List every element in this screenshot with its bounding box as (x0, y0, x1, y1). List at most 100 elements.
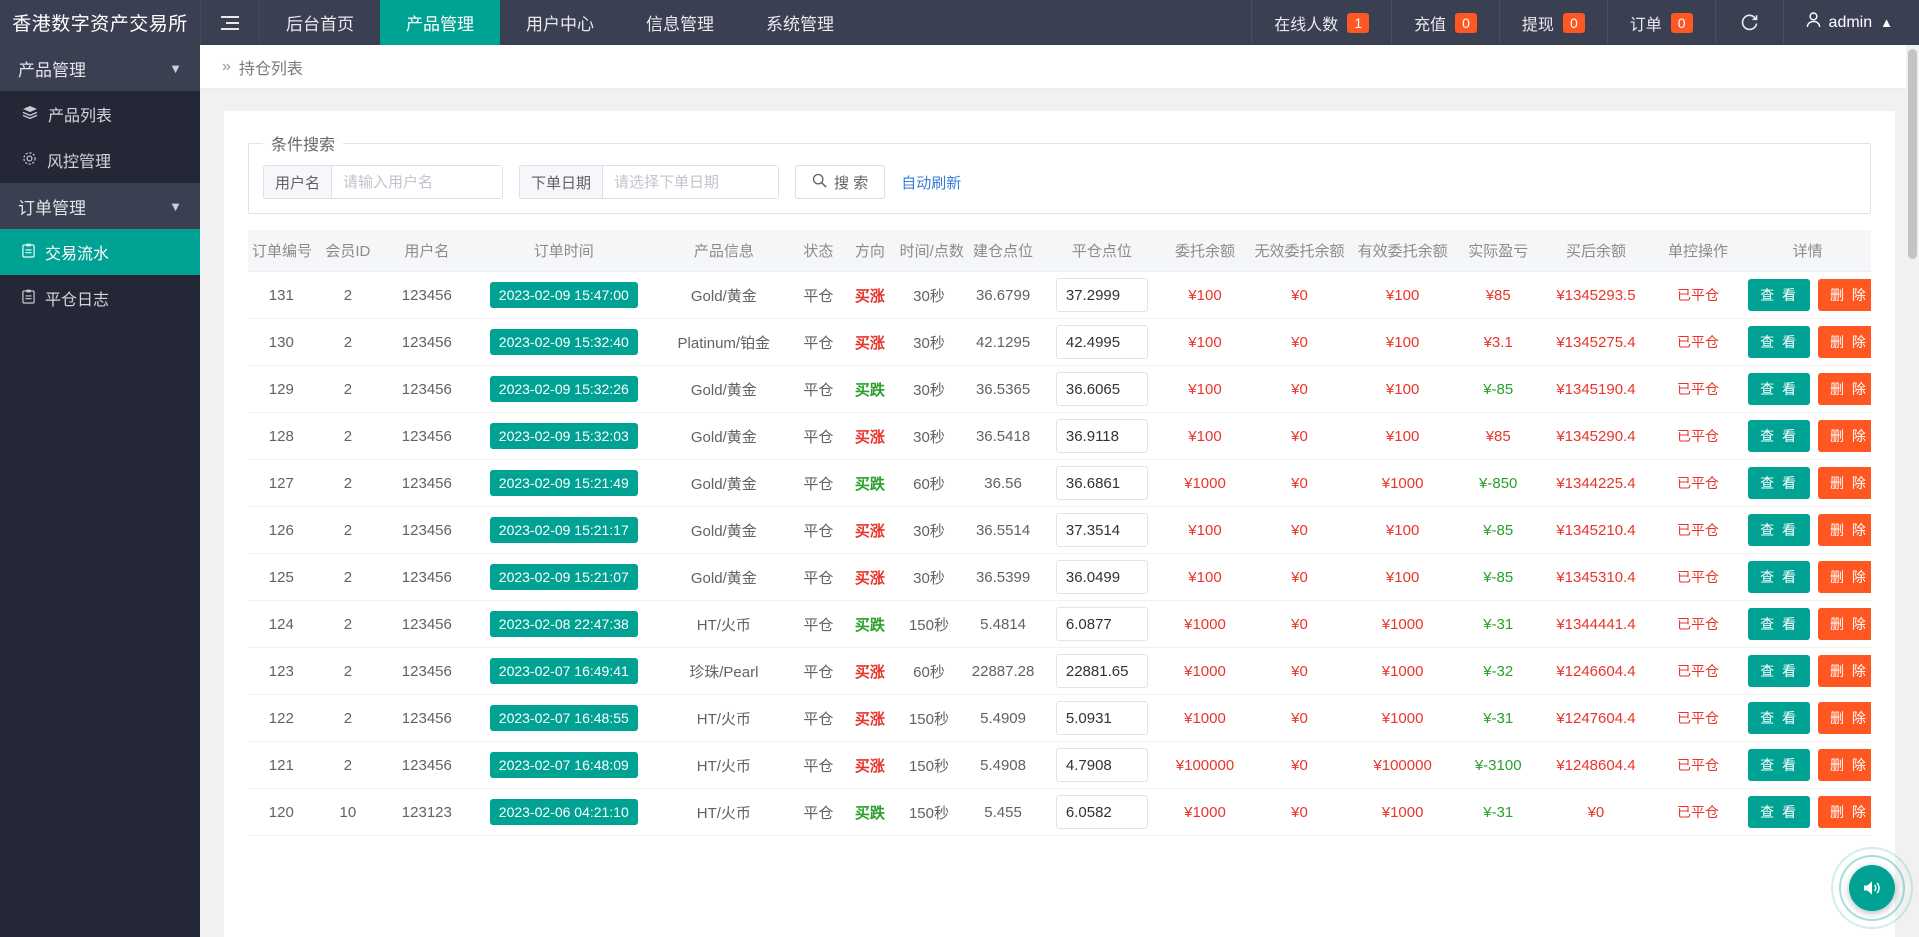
cell-details: 查 看删 除 (1744, 412, 1871, 460)
close-price-input[interactable] (1055, 795, 1148, 829)
stat-deposit[interactable]: 充值 0 (1391, 0, 1499, 45)
close-price-input[interactable] (1055, 325, 1148, 359)
view-button[interactable]: 查 看 (1748, 373, 1811, 405)
delete-button[interactable]: 删 除 (1818, 655, 1871, 687)
cell-username: 123456 (381, 318, 473, 366)
sidebar-group-order[interactable]: 订单管理 ▼ (0, 183, 200, 229)
stat-orders[interactable]: 订单 0 (1606, 0, 1715, 45)
cell-order-id: 124 (248, 600, 315, 648)
view-button[interactable]: 查 看 (1748, 467, 1811, 499)
delete-button[interactable]: 删 除 (1818, 608, 1871, 640)
volume-icon[interactable] (1831, 847, 1913, 929)
view-button[interactable]: 查 看 (1748, 608, 1811, 640)
stat-online-users[interactable]: 在线人数 1 (1251, 0, 1391, 45)
username-input[interactable] (332, 166, 503, 198)
user-menu[interactable]: admin ▲ (1782, 0, 1919, 45)
order-date-input[interactable] (603, 166, 779, 198)
sidebar-group-product[interactable]: 产品管理 ▼ (0, 45, 200, 91)
view-button[interactable]: 查 看 (1748, 420, 1811, 452)
delete-button[interactable]: 删 除 (1818, 796, 1871, 828)
hamburger-icon[interactable] (200, 0, 260, 45)
orders-table-container: 订单编号 会员ID 用户名 订单时间 产品信息 状态 方向 时间/点数 建仓点位… (248, 230, 1871, 836)
page-scrollbar-thumb[interactable] (1908, 49, 1917, 259)
close-price-input[interactable] (1055, 419, 1148, 453)
cell-details: 查 看删 除 (1744, 506, 1871, 554)
close-price-input[interactable] (1055, 372, 1148, 406)
close-price-input[interactable] (1055, 560, 1148, 594)
refresh-icon[interactable] (1714, 0, 1783, 45)
breadcrumb: » 持仓列表 (200, 45, 1919, 89)
breadcrumb-current: 持仓列表 (238, 60, 303, 78)
delete-button[interactable]: 删 除 (1818, 279, 1871, 311)
view-button[interactable]: 查 看 (1748, 796, 1811, 828)
cell-actual-pnl: ¥-31 (1456, 600, 1541, 648)
cell-close-price (1043, 271, 1160, 319)
delete-button[interactable]: 删 除 (1818, 749, 1871, 781)
cell-order-id: 120 (248, 788, 315, 836)
col-status: 状态 (792, 230, 845, 272)
nav-tab-user-center[interactable]: 用户中心 (500, 0, 620, 45)
view-button[interactable]: 查 看 (1748, 514, 1811, 546)
delete-button[interactable]: 删 除 (1818, 326, 1871, 358)
close-price-input[interactable] (1055, 607, 1148, 641)
close-price-input[interactable] (1055, 466, 1148, 500)
cell-entrust-balance: ¥100 (1159, 412, 1251, 460)
cell-product-info: Platinum/铂金 (655, 318, 793, 366)
delete-button[interactable]: 删 除 (1818, 514, 1871, 546)
cell-valid-entrust-balance: ¥100 (1348, 271, 1457, 319)
cell-member-id: 2 (314, 600, 382, 648)
delete-button[interactable]: 删 除 (1818, 702, 1871, 734)
close-price-input[interactable] (1055, 748, 1148, 782)
view-button[interactable]: 查 看 (1748, 279, 1811, 311)
col-product-info: 产品信息 (655, 230, 793, 272)
col-open-price: 建仓点位 (962, 230, 1044, 272)
view-button[interactable]: 查 看 (1748, 749, 1811, 781)
cell-details: 查 看删 除 (1744, 788, 1871, 836)
sidebar-item-product-list[interactable]: 产品列表 (0, 91, 200, 137)
stat-withdraw[interactable]: 提现 0 (1498, 0, 1607, 45)
cell-invalid-entrust-balance: ¥0 (1250, 600, 1349, 648)
sidebar-item-close-position-log[interactable]: 平仓日志 (0, 275, 200, 321)
delete-button[interactable]: 删 除 (1818, 420, 1871, 452)
col-order-time: 订单时间 (472, 230, 656, 272)
order-time-tag: 2023-02-09 15:21:49 (489, 470, 638, 496)
search-button[interactable]: 搜 索 (795, 165, 886, 199)
cell-username: 123456 (381, 459, 473, 507)
cell-product-info: 珍珠/Pearl (655, 647, 793, 695)
close-price-input[interactable] (1055, 701, 1148, 735)
table-row: 121 2 123456 2023-02-07 16:48:09 HT/火币 平仓 买涨 15… (248, 741, 1871, 789)
auto-refresh-link[interactable]: 自动刷新 (901, 172, 961, 193)
delete-button[interactable]: 删 除 (1818, 561, 1871, 593)
order-time-tag: 2023-02-06 04:21:10 (489, 799, 638, 825)
nav-tab-info[interactable]: 信息管理 (620, 0, 740, 45)
cell-entrust-balance: ¥1000 (1159, 694, 1251, 742)
cell-product-info: Gold/黄金 (655, 459, 793, 507)
cell-close-price (1043, 412, 1160, 460)
direction-label: 买跌 (854, 616, 885, 634)
page-scrollbar[interactable] (1906, 45, 1919, 937)
close-price-input[interactable] (1055, 278, 1148, 312)
cell-actual-pnl: ¥-31 (1456, 788, 1541, 836)
sidebar-item-transaction-flow[interactable]: 交易流水 (0, 229, 200, 275)
nav-tab-home[interactable]: 后台首页 (260, 0, 380, 45)
nav-tab-system[interactable]: 系统管理 (740, 0, 860, 45)
cell-open-price: 42.1295 (962, 318, 1044, 366)
close-price-input[interactable] (1055, 654, 1148, 688)
cell-post-buy-balance: ¥1345293.5 (1540, 271, 1652, 319)
cell-invalid-entrust-balance: ¥0 (1250, 318, 1349, 366)
view-button[interactable]: 查 看 (1748, 702, 1811, 734)
view-button[interactable]: 查 看 (1748, 655, 1811, 687)
delete-button[interactable]: 删 除 (1818, 467, 1871, 499)
view-button[interactable]: 查 看 (1748, 561, 1811, 593)
sidebar-item-risk-control[interactable]: 风控管理 (0, 137, 200, 183)
cell-open-price: 5.4814 (962, 600, 1044, 648)
cell-order-time: 2023-02-09 15:32:26 (472, 365, 656, 413)
cell-duration: 150秒 (895, 600, 963, 648)
delete-button[interactable]: 删 除 (1818, 373, 1871, 405)
single-control-status: 已平仓 (1676, 381, 1719, 397)
close-price-input[interactable] (1055, 513, 1148, 547)
cell-username: 123456 (381, 365, 473, 413)
cell-open-price: 36.5514 (962, 506, 1044, 554)
view-button[interactable]: 查 看 (1748, 326, 1811, 358)
nav-tab-product[interactable]: 产品管理 (380, 0, 500, 45)
